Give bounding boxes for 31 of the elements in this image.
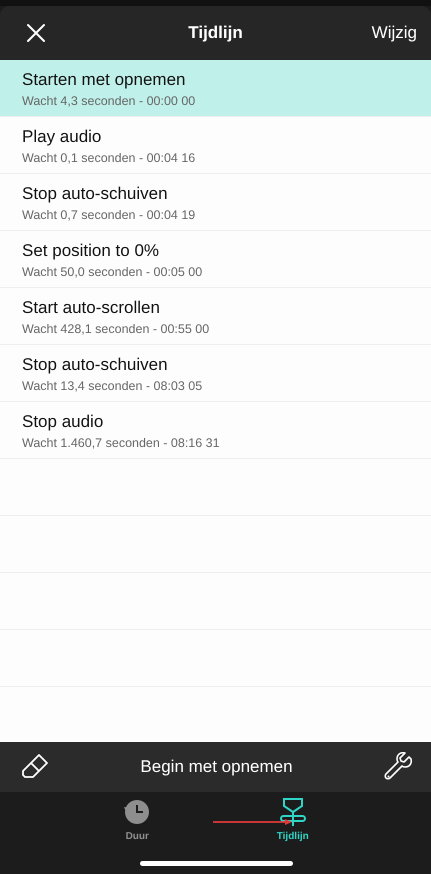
item-title: Start auto-scrollen (22, 298, 160, 318)
item-detail: Wacht 0,1 seconden - 00:04 16 (22, 151, 196, 165)
edit-button[interactable]: Wijzig (372, 23, 417, 43)
record-button[interactable]: Begin met opnemen (140, 757, 293, 777)
timeline-icon (278, 797, 308, 827)
item-title: Stop auto-schuiven (22, 184, 168, 204)
wrench-button[interactable] (383, 752, 413, 782)
timeline-item[interactable]: Stop auto-schuiven Wacht 0,7 seconden - 00:04 19 (0, 174, 431, 231)
timeline-item[interactable]: Set position to 0% Wacht 50,0 seconden - 00:05 00 (0, 231, 431, 288)
timeline-item[interactable]: Stop audio Wacht 1.460,7 seconden - 08:16 31 (0, 402, 431, 459)
timeline-item[interactable]: Starten met opnemen Wacht 4,3 seconden - 00:00 00 (0, 60, 431, 117)
item-title: Starten met opnemen (22, 70, 186, 90)
item-detail: Wacht 1.460,7 seconden - 08:16 31 (22, 436, 220, 450)
close-icon (26, 23, 46, 43)
tab[interactable]: Duur (122, 792, 152, 842)
screen-title: Tijdlijn (188, 23, 243, 43)
item-detail: Wacht 13,4 seconden - 08:03 05 (22, 379, 202, 393)
item-detail: Wacht 4,3 seconden - 00:00 00 (22, 94, 196, 108)
item-detail: Wacht 0,7 seconden - 00:04 19 (22, 208, 196, 222)
item-title: Stop auto-schuiven (22, 355, 168, 375)
item-detail: Wacht 428,1 seconden - 00:55 00 (22, 322, 210, 336)
timeline-item[interactable]: Stop auto-schuiven Wacht 13,4 seconden - 08:03 05 (0, 345, 431, 402)
item-title: Play audio (22, 127, 102, 147)
timeline-item[interactable]: Play audio Wacht 0,1 seconden - 00:04 16 (0, 117, 431, 174)
wrench-icon (383, 752, 413, 782)
item-detail: Wacht 50,0 seconden - 00:05 00 (22, 265, 202, 279)
item-title: Set position to 0% (22, 241, 160, 261)
timeline-item[interactable]: Start auto-scrollen Wacht 428,1 seconden - 00:55 00 (0, 288, 431, 345)
close-button[interactable] (26, 23, 46, 43)
item-title: Stop audio (22, 412, 104, 432)
tab[interactable]: Tijdlijn (276, 792, 309, 842)
